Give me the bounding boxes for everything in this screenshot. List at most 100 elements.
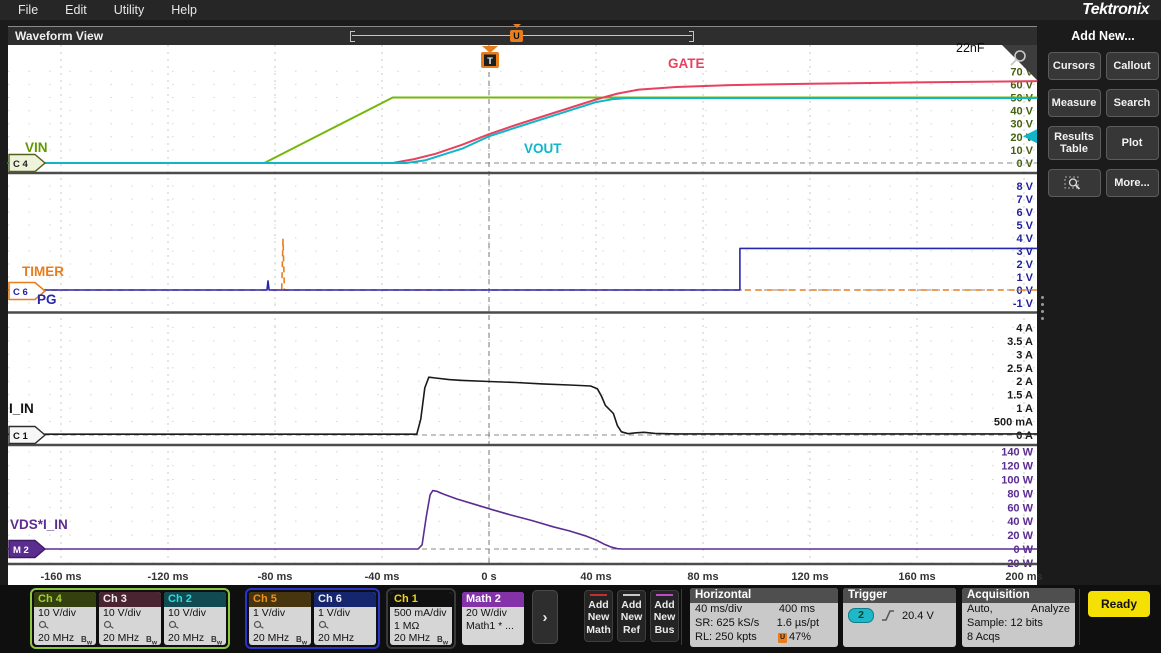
menu-help[interactable]: Help (171, 3, 197, 17)
add-new-sidebar: Add New... Cursors Callout Measure Searc… (1045, 26, 1161, 653)
channel-badge-title: Ch 6 (314, 592, 376, 607)
search-button[interactable]: Search (1105, 89, 1159, 117)
channel-badge-ch-6[interactable]: Ch 61 V/div 20 MHz (314, 592, 376, 645)
trigger-position-icon: U (777, 632, 787, 643)
horizontal-position-marker[interactable]: U (510, 24, 523, 42)
add-new-title: Add New... (1071, 29, 1135, 43)
channel-group-volts: Ch 4 10 V/div 20 MHz Bw Ch 3 10 V/div 20 MHz Bw… (30, 588, 230, 649)
trigger-title: Trigger (843, 588, 956, 603)
trigger-settings-panel[interactable]: Trigger 2 20.4 V (843, 588, 956, 647)
menu-edit[interactable]: Edit (65, 3, 87, 17)
trigger-level-value: 20.4 V (902, 609, 934, 622)
menu-bar: File Edit Utility Help Tektronix (0, 0, 1161, 20)
channel-badge-math-2[interactable]: Math 2 20 W/div Math1 * ... (462, 592, 524, 645)
probe-icon (318, 620, 329, 629)
callout-button[interactable]: Callout (1105, 52, 1159, 80)
horizontal-panel[interactable]: Horizontal 40 ms/div 400 ms SR: 625 kS/s 1… (690, 588, 838, 647)
measure-button[interactable]: Measure (1047, 89, 1101, 117)
trigger-source-badge[interactable]: 2 (848, 608, 874, 623)
acquisition-mode: Auto, (967, 603, 993, 615)
add-new-grid: Cursors Callout Measure Search Results T… (1045, 52, 1161, 197)
label-math: VDS*I_IN (10, 517, 68, 532)
channel-badge-title: Ch 3 (99, 592, 161, 607)
bandwidth-limit-icon: Bw (296, 635, 307, 645)
add-new-math-button[interactable]: Add New Math (584, 590, 613, 642)
scroll-badges-button[interactable]: › (532, 590, 558, 644)
channel-badge-title: Math 2 (462, 592, 524, 607)
horizontal-scale: 40 ms/div (695, 603, 743, 615)
channel-bandwidth: 20 MHz Bw (253, 632, 307, 645)
divider (681, 589, 682, 645)
acquisition-count: 8 Acqs (967, 630, 1001, 643)
horizontal-position-slider[interactable]: U (350, 24, 694, 42)
callout-22nf[interactable]: 22nF (956, 41, 985, 55)
channel-badge-ch-2[interactable]: Ch 2 10 V/div 20 MHz Bw (164, 592, 226, 645)
channel-detail: 1 MΩ (394, 619, 420, 632)
channel-bandwidth: 20 MHz (318, 632, 355, 644)
channel-bandwidth: 20 MHz Bw (103, 632, 157, 645)
label-iin: I_IN (9, 401, 34, 416)
probe-icon (38, 620, 49, 629)
channel-badge-title: Ch 5 (249, 592, 311, 607)
channel-scale: 20 W/div (466, 607, 507, 619)
menu-file[interactable]: File (18, 3, 38, 17)
view-tab-bar: Waveform View U (8, 24, 1037, 46)
probe-icon (103, 620, 114, 629)
channel-scale: 1 V/div (318, 607, 351, 619)
results-table-button[interactable]: Results Table (1047, 126, 1101, 160)
menu-utility[interactable]: Utility (114, 3, 145, 17)
slider-left-bracket (350, 31, 355, 42)
probe-icon (253, 620, 264, 629)
rising-edge-icon (882, 610, 894, 621)
add-new-badge-group: Add New Math Add New Ref Add New Bus (584, 590, 679, 642)
bandwidth-limit-icon: Bw (146, 635, 157, 645)
channel-bandwidth: 20 MHz Bw (394, 632, 448, 645)
channel-scale: 10 V/div (103, 607, 141, 619)
horizontal-title: Horizontal (690, 588, 838, 603)
more-button[interactable]: More... (1105, 169, 1159, 197)
bandwidth-limit-icon: Bw (211, 635, 222, 645)
ready-status-button[interactable]: Ready (1088, 591, 1150, 617)
bandwidth-limit-icon: Bw (81, 635, 92, 645)
trigger-position-percent: 47% (788, 630, 811, 643)
channel-group-math: Math 2 20 W/div Math1 * ... (458, 588, 528, 649)
tektronix-logo: Tektronix (1082, 1, 1149, 18)
oscilloscope-app: File Edit Utility Help Tektronix Wavefor… (0, 0, 1161, 653)
label-vin: VIN (25, 140, 48, 155)
acquisition-title: Acquisition (962, 588, 1075, 603)
channel-badge-title: Ch 4 (34, 592, 96, 607)
channel-scale: 10 V/div (38, 607, 76, 619)
channel-detail: Math1 * ... (466, 619, 514, 632)
divider (1079, 589, 1080, 645)
label-timer: TIMER (22, 264, 64, 279)
label-gate: GATE (668, 56, 705, 71)
waveform-view-tab[interactable]: Waveform View (15, 29, 103, 43)
acquisition-analyze: Analyze (1030, 603, 1070, 615)
probe-icon (168, 620, 179, 629)
label-vout: VOUT (524, 141, 562, 156)
add-new-bus-button[interactable]: Add New Bus (650, 590, 679, 642)
channel-badge-ch-4[interactable]: Ch 4 10 V/div 20 MHz Bw (34, 592, 96, 645)
plot-button[interactable]: Plot (1105, 126, 1159, 160)
acquisition-panel[interactable]: Acquisition Auto, Analyze Sample: 12 bits… (962, 588, 1075, 647)
sample-rate: SR: 625 kS/s (695, 616, 760, 629)
cursors-button[interactable]: Cursors (1047, 52, 1101, 80)
channel-badge-ch-3[interactable]: Ch 3 10 V/div 20 MHz Bw (99, 592, 161, 645)
channel-bandwidth: 20 MHz Bw (168, 632, 222, 645)
horizontal-window: 400 ms (778, 603, 815, 615)
waveform-area[interactable] (8, 45, 1037, 585)
zoom-area-button[interactable] (1047, 169, 1101, 197)
channel-badge-ch-1[interactable]: Ch 1 500 mA/div 1 MΩ 20 MHz Bw (390, 592, 452, 645)
channel-badge-ch-5[interactable]: Ch 51 V/div 20 MHz Bw (249, 592, 311, 645)
label-pg: PG (37, 292, 57, 307)
channel-badge-title: Ch 1 (390, 592, 452, 607)
channel-group-logic: Ch 51 V/div 20 MHz Bw Ch 61 V/div 20 MHz (245, 588, 380, 649)
add-new-ref-button[interactable]: Add New Ref (617, 590, 646, 642)
channel-scale: 1 V/div (253, 607, 286, 619)
slider-right-bracket (689, 31, 694, 42)
channel-badge-title: Ch 2 (164, 592, 226, 607)
bottom-settings-bar: Ch 4 10 V/div 20 MHz Bw Ch 3 10 V/div 20 MHz Bw… (0, 585, 1161, 653)
bandwidth-limit-icon: Bw (437, 635, 448, 645)
zoom-area-icon (1064, 176, 1081, 190)
channel-group-current: Ch 1 500 mA/div 1 MΩ 20 MHz Bw (386, 588, 456, 649)
